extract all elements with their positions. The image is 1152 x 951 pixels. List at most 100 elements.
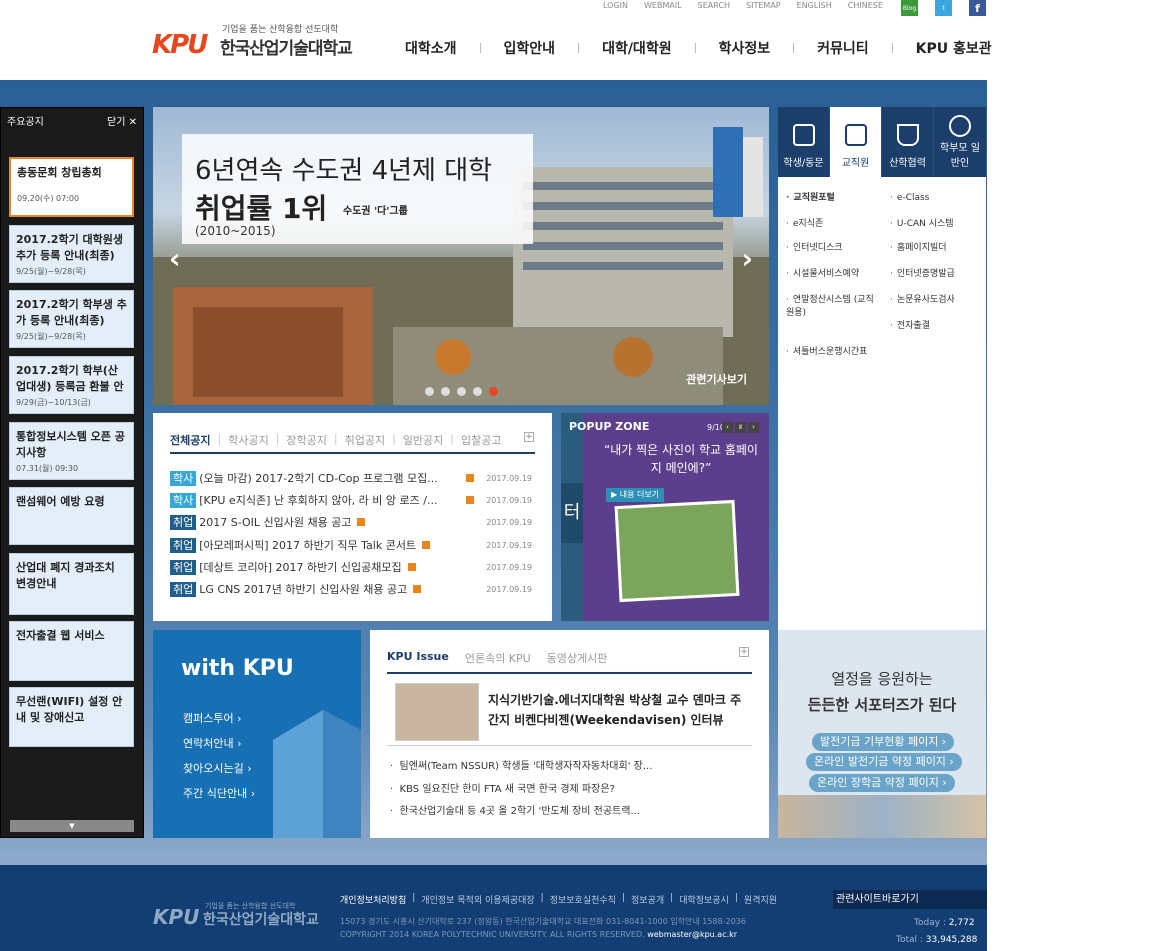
nav-pr[interactable]: KPU 홍보관 [916,38,992,58]
notice-item[interactable]: 전자출결 웹 서비스 [9,621,134,681]
popup-prev-icon[interactable]: ‹ [722,422,733,433]
issue-item[interactable]: · 팀엔써(Team NSSUR) 학생들 '대학생자작자동차대회' 장... [390,757,652,772]
nav-academic[interactable]: 학사정보 [719,38,771,58]
contact-link[interactable]: 연락처안내 › [183,735,242,751]
nav-community[interactable]: 커뮤니티 [817,38,869,58]
kpu-issue-panel: KPU Issue 언론속의 KPU 동영상게시판 + 지식기반기술.에너지대학… [370,630,769,838]
slide-prev-icon[interactable]: ‹ [169,242,181,275]
english-link[interactable]: ENGLISH [797,0,832,12]
tab-scholarship-notices[interactable]: 장학공지 [286,432,326,448]
more-plus-icon[interactable]: + [524,432,534,442]
slide-dot[interactable] [441,387,450,396]
blog-icon[interactable]: Blog [901,0,918,16]
online-donation-button[interactable]: 온라인 발전기금 약정 페이지 › [806,753,962,771]
sitemap-link[interactable]: SITEMAP [746,0,781,12]
main-slide[interactable]: 6년연속 수도권 4년제 대학 취업률 1위 수도권 '다'그룹 (2010~2… [153,107,769,405]
info-disclosure-link[interactable]: 정보공개 [631,893,664,906]
menu-link[interactable]: 주간 식단안내 › [183,785,255,801]
board-row[interactable]: 취업 [아모레퍼시픽] 2017 하반기 직무 Talk 콘서트 2017.09.1… [170,537,532,553]
popup-more-button[interactable]: ▶ 내용 더보기 [606,488,665,502]
tab-all-notices[interactable]: 전체공지 [170,432,210,448]
tab-kpu-issue[interactable]: KPU Issue [387,650,449,666]
notice-item[interactable]: 무선랜(WIFI) 설정 안내 및 장애신고 [9,687,134,747]
close-icon: ✕ [128,116,137,128]
quick-link[interactable]: 전자출결 [890,320,930,333]
issue-item[interactable]: · KBS 일요진단 한미 FTA 새 국면 한국 경제 파장은? [390,780,615,795]
tab-staff[interactable]: 교직원 [830,107,882,177]
chinese-link[interactable]: CHINESE [848,0,883,12]
board-row[interactable]: 학사 [KPU e지식존] 난 후회하지 않아, 라 비 앙 로즈 /... 201… [170,492,532,508]
tab-general-notices[interactable]: 일반공지 [403,432,443,448]
quick-link[interactable]: 연말정산시스템 (교직원용) [786,294,876,320]
directions-link[interactable]: 찾아오시는길 › [183,760,252,776]
quick-link[interactable]: 홈페이지빌더 [890,242,947,255]
issue-item[interactable]: · 한국산업기술대 등 4곳 올 2학기 '반도체 장비 전공트랙... [390,802,640,817]
slide-dot[interactable] [425,387,434,396]
nav-college[interactable]: 대학/대학원 [602,38,672,58]
board-row[interactable]: 학사 (오늘 마감) 2017-2학기 CD-Cop 프로그램 모집... 2017… [170,470,532,486]
online-scholarship-button[interactable]: 온라인 장학금 약정 페이지 › [809,774,955,792]
privacy-ledger-link[interactable]: 개인정보 목적외 이용제공대장 [421,893,534,906]
notice-item[interactable]: 2017.2학기 학부생 추가 등록 안내(최종) 9/25(월)~9/28(목) [9,290,134,348]
quick-link[interactable]: 논문유사도검사 [890,294,955,307]
popup-next-icon[interactable]: › [748,422,759,433]
security-rules-link[interactable]: 정보보호실천수칙 [550,893,616,906]
tab-video[interactable]: 동영상게시판 [547,650,608,666]
slide-next-icon[interactable]: › [741,242,753,275]
notice-item[interactable]: 2017.2학기 대학원생 추가 등록 안내(최종) 9/25(월)~9/28(목… [9,225,134,283]
notice-item[interactable]: 2017.2학기 학부(산업대생) 등록금 환불 안 9/29(금)~10/13(… [9,356,134,414]
logo[interactable]: KPU 기업을 품는 산학융합 선도대학 한국산업기술대학교 [152,22,372,62]
quick-link[interactable]: 교직원포털 [786,192,834,205]
slide-subtitle: 수도권 '다'그룹 [343,206,408,217]
quick-link[interactable]: 셔틀버스운행시간표 [786,346,868,359]
notice-item[interactable]: 통합정보시스템 오픈 공지사항 07.31(월) 09:30 [9,422,134,480]
campus-tour-link[interactable]: 캠퍼스투어 › [183,710,242,726]
quick-link[interactable]: 인터넷디스크 [786,242,843,255]
tab-press[interactable]: 언론속의 KPU [465,650,531,666]
univ-info-link[interactable]: 대학정보공시 [679,893,729,906]
tab-parents[interactable]: 학부모 일반인 [934,107,986,177]
quick-link[interactable]: 시설물서비스예약 [786,268,859,281]
quick-link[interactable]: 인터넷증명발급 [890,268,955,281]
donation-status-button[interactable]: 발전기금 기부현황 페이지 › [812,733,955,751]
facebook-icon[interactable]: f [969,0,986,16]
slide-headline: 6년연속 수도권 4년제 대학 [195,156,493,186]
tab-bid-notices[interactable]: 입찰공고 [461,432,501,448]
board-row[interactable]: 취업 [데상트 코리아] 2017 하반기 신입공채모집 2017.09.19 [170,559,532,575]
notice-close-button[interactable]: 닫기 ✕ [107,113,137,128]
slide-dot[interactable] [473,387,482,396]
tab-industry[interactable]: 산학협력 [882,107,934,177]
webmail-link[interactable]: WEBMAIL [644,0,682,12]
login-link[interactable]: LOGIN [603,0,628,12]
tab-students[interactable]: 학생/동문 [778,107,830,177]
briefcase-icon [844,124,867,146]
popup-side-label: 터 [561,483,583,543]
privacy-policy-link[interactable]: 개인정보처리방침 [340,893,406,906]
popup-pause-icon[interactable]: Ⅱ [735,422,746,433]
notice-item[interactable]: 랜섬웨어 예방 요령 [9,487,134,545]
board-row[interactable]: 취업 LG CNS 2017년 하반기 신입사원 채용 공고 2017.09.19 [170,581,532,597]
utility-links: LOGIN WEBMAIL SEARCH SITEMAP ENGLISH CHI… [603,0,899,12]
nav-admission[interactable]: 입학안내 [504,38,556,58]
popup-zone[interactable]: 터 POPUP ZONE 9/10 ‹ Ⅱ › “내가 찍은 사진이 학교 홈페… [561,413,769,621]
search-link[interactable]: SEARCH [698,0,730,12]
twitter-icon[interactable]: t [935,0,952,16]
quick-link[interactable]: e-Class [890,192,929,205]
notice-scroll-down[interactable]: ▼ [10,820,134,832]
tab-job-notices[interactable]: 취업공지 [345,432,385,448]
board-row[interactable]: 취업 2017 S-OIL 신입사원 채용 공고 2017.09.19 [170,514,532,530]
notice-item[interactable]: 산업대 폐지 경과조치 변경안내 [9,553,134,615]
issue-headline[interactable]: 지식기반기술.에너지대학원 박상철 교수 덴마크 주간지 비켄다비젠(Weeke… [488,690,748,730]
tab-academic-notices[interactable]: 학사공지 [228,432,268,448]
slide-dot[interactable] [457,387,466,396]
slide-dot-active[interactable] [489,387,498,396]
quick-link[interactable]: e지식존 [786,218,823,231]
more-plus-icon[interactable]: + [739,647,749,657]
related-sites-select[interactable]: 관련사이트바로가기 [833,890,987,909]
remote-support-link[interactable]: 원격지원 [744,893,777,906]
nav-about[interactable]: 대학소개 [405,38,457,58]
quick-link[interactable]: U-CAN 시스템 [890,218,954,231]
notice-item[interactable]: 총동문회 창립총회 09.20(수) 07:00 [9,157,134,217]
notice-title: 주요공지 [7,116,44,128]
related-article-link[interactable]: 관련기사보기 [686,371,747,387]
